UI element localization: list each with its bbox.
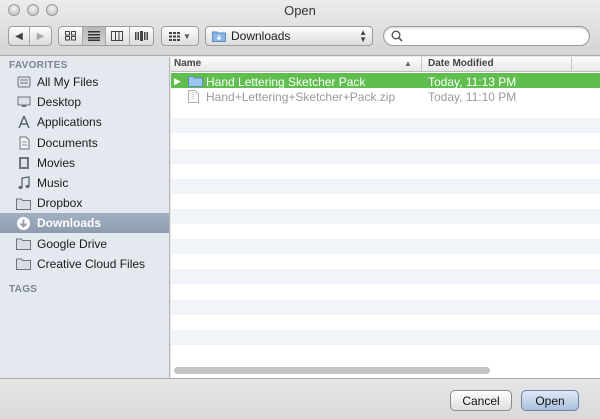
sidebar-item-movies[interactable]: Movies <box>0 153 169 173</box>
empty-row <box>171 178 600 194</box>
sidebar: FAVORITES All My Files Desktop Application… <box>0 57 170 378</box>
empty-row <box>171 148 600 164</box>
window-title: Open <box>284 3 316 18</box>
empty-row <box>171 269 600 285</box>
empty-row <box>171 315 600 330</box>
column-divider[interactable] <box>421 57 422 72</box>
view-mode-control <box>58 26 154 46</box>
sidebar-item-google-drive[interactable]: Google Drive <box>0 234 169 254</box>
sidebar-item-label: Google Drive <box>37 236 108 251</box>
icon-view-icon <box>64 31 76 41</box>
empty-row <box>171 103 600 118</box>
forward-arrow-icon: ▶ <box>36 30 45 42</box>
location-popup[interactable]: Downloads ▲ ▼ <box>205 26 373 46</box>
search-icon <box>391 30 403 42</box>
back-forward-control: ◀ ▶ <box>8 26 52 46</box>
empty-row <box>171 164 600 179</box>
cover-flow-button[interactable] <box>130 27 153 45</box>
arrange-button[interactable]: ▼ <box>161 26 199 46</box>
downloads-icon <box>16 216 31 231</box>
sidebar-item-label: Applications <box>37 115 102 130</box>
empty-row <box>171 254 600 269</box>
folder-icon <box>16 256 31 271</box>
file-name: Hand Lettering Sketcher Pack <box>206 75 366 89</box>
sidebar-item-downloads[interactable]: Downloads <box>0 213 169 234</box>
open-dialog: Open ◀ ▶ ▼ Downloads ▲ ▼ FAVORITES All M… <box>0 0 600 419</box>
empty-row <box>171 299 600 315</box>
sidebar-item-label: Music <box>37 176 69 190</box>
column-header: Name ▲ Date Modified <box>171 57 600 72</box>
sidebar-item-label: Documents <box>37 135 98 150</box>
empty-row <box>171 194 600 209</box>
chevron-down-icon: ▼ <box>183 31 191 41</box>
folder-icon <box>16 236 31 251</box>
arrange-grid-icon <box>169 31 181 41</box>
sidebar-item-label: Desktop <box>37 95 82 110</box>
file-date-modified: Today, 11:13 PM <box>428 75 517 89</box>
empty-row <box>171 208 600 224</box>
applications-icon <box>16 115 31 130</box>
dialog-button-bar: Cancel Open <box>0 378 600 419</box>
empty-row <box>171 133 600 148</box>
sidebar-item-applications[interactable]: Applications <box>0 112 169 132</box>
search-field[interactable] <box>383 26 590 46</box>
tags-heading: TAGS <box>9 284 38 295</box>
documents-icon <box>16 135 31 150</box>
sidebar-item-all-my-files[interactable]: All My Files <box>0 72 169 92</box>
column-divider[interactable] <box>571 57 572 72</box>
empty-row <box>171 224 600 239</box>
sidebar-item-label: Movies <box>37 155 76 170</box>
sidebar-item-documents[interactable]: Documents <box>0 133 169 153</box>
date-column-header[interactable]: Date Modified <box>428 58 494 69</box>
location-label: Downloads <box>231 29 291 43</box>
empty-row <box>171 239 600 255</box>
back-button[interactable]: ◀ <box>9 27 31 45</box>
disclosure-triangle-icon[interactable]: ▶ <box>174 76 181 87</box>
sidebar-item-desktop[interactable]: Desktop <box>0 92 169 112</box>
popup-arrows-icon: ▲ ▼ <box>359 28 367 44</box>
empty-row <box>171 284 600 299</box>
music-icon <box>16 176 31 191</box>
column-view-button[interactable] <box>106 27 130 45</box>
favorites-heading: FAVORITES <box>9 60 68 71</box>
sidebar-item-creative-cloud-files[interactable]: Creative Cloud Files <box>0 254 169 274</box>
icon-view-button[interactable] <box>59 27 83 45</box>
title-bar: Open ◀ ▶ ▼ Downloads ▲ ▼ <box>0 0 600 56</box>
sidebar-item-label: Dropbox <box>37 196 83 211</box>
name-column-header[interactable]: Name <box>174 58 201 69</box>
desktop-icon <box>16 95 31 110</box>
file-list: Name ▲ Date Modified ▶ Hand Lettering Ske… <box>171 57 600 378</box>
open-button[interactable]: Open <box>521 390 579 411</box>
back-arrow-icon: ◀ <box>15 30 23 42</box>
file-row[interactable]: ▶ Hand Lettering Sketcher Pack Today, 11:1… <box>171 73 600 89</box>
sort-ascending-icon: ▲ <box>404 59 412 68</box>
sidebar-item-music[interactable]: Music <box>0 173 169 193</box>
cover-flow-icon <box>134 31 148 41</box>
file-name: Hand+Lettering+Sketcher+Pack.zip <box>206 90 396 105</box>
empty-row <box>171 329 600 345</box>
forward-button[interactable]: ▶ <box>30 27 51 45</box>
movies-icon <box>16 155 31 170</box>
cancel-button[interactable]: Cancel <box>450 390 512 411</box>
empty-row <box>171 345 600 360</box>
list-view-button[interactable] <box>82 27 106 45</box>
empty-row <box>171 118 600 134</box>
file-row[interactable]: Hand+Lettering+Sketcher+Pack.zip Today, 1… <box>171 88 600 105</box>
sidebar-item-label: Creative Cloud Files <box>37 256 146 271</box>
sidebar-item-label: Downloads <box>37 216 102 231</box>
horizontal-scrollbar[interactable] <box>174 367 490 374</box>
column-view-icon <box>111 31 124 41</box>
sidebar-item-label: All My Files <box>37 75 99 89</box>
folder-icon <box>16 196 31 211</box>
downloads-folder-icon <box>212 31 226 42</box>
file-date-modified: Today, 11:10 PM <box>428 90 517 105</box>
list-view-icon <box>87 31 100 41</box>
all-files-icon <box>16 75 31 90</box>
sidebar-item-dropbox[interactable]: Dropbox <box>0 193 169 213</box>
